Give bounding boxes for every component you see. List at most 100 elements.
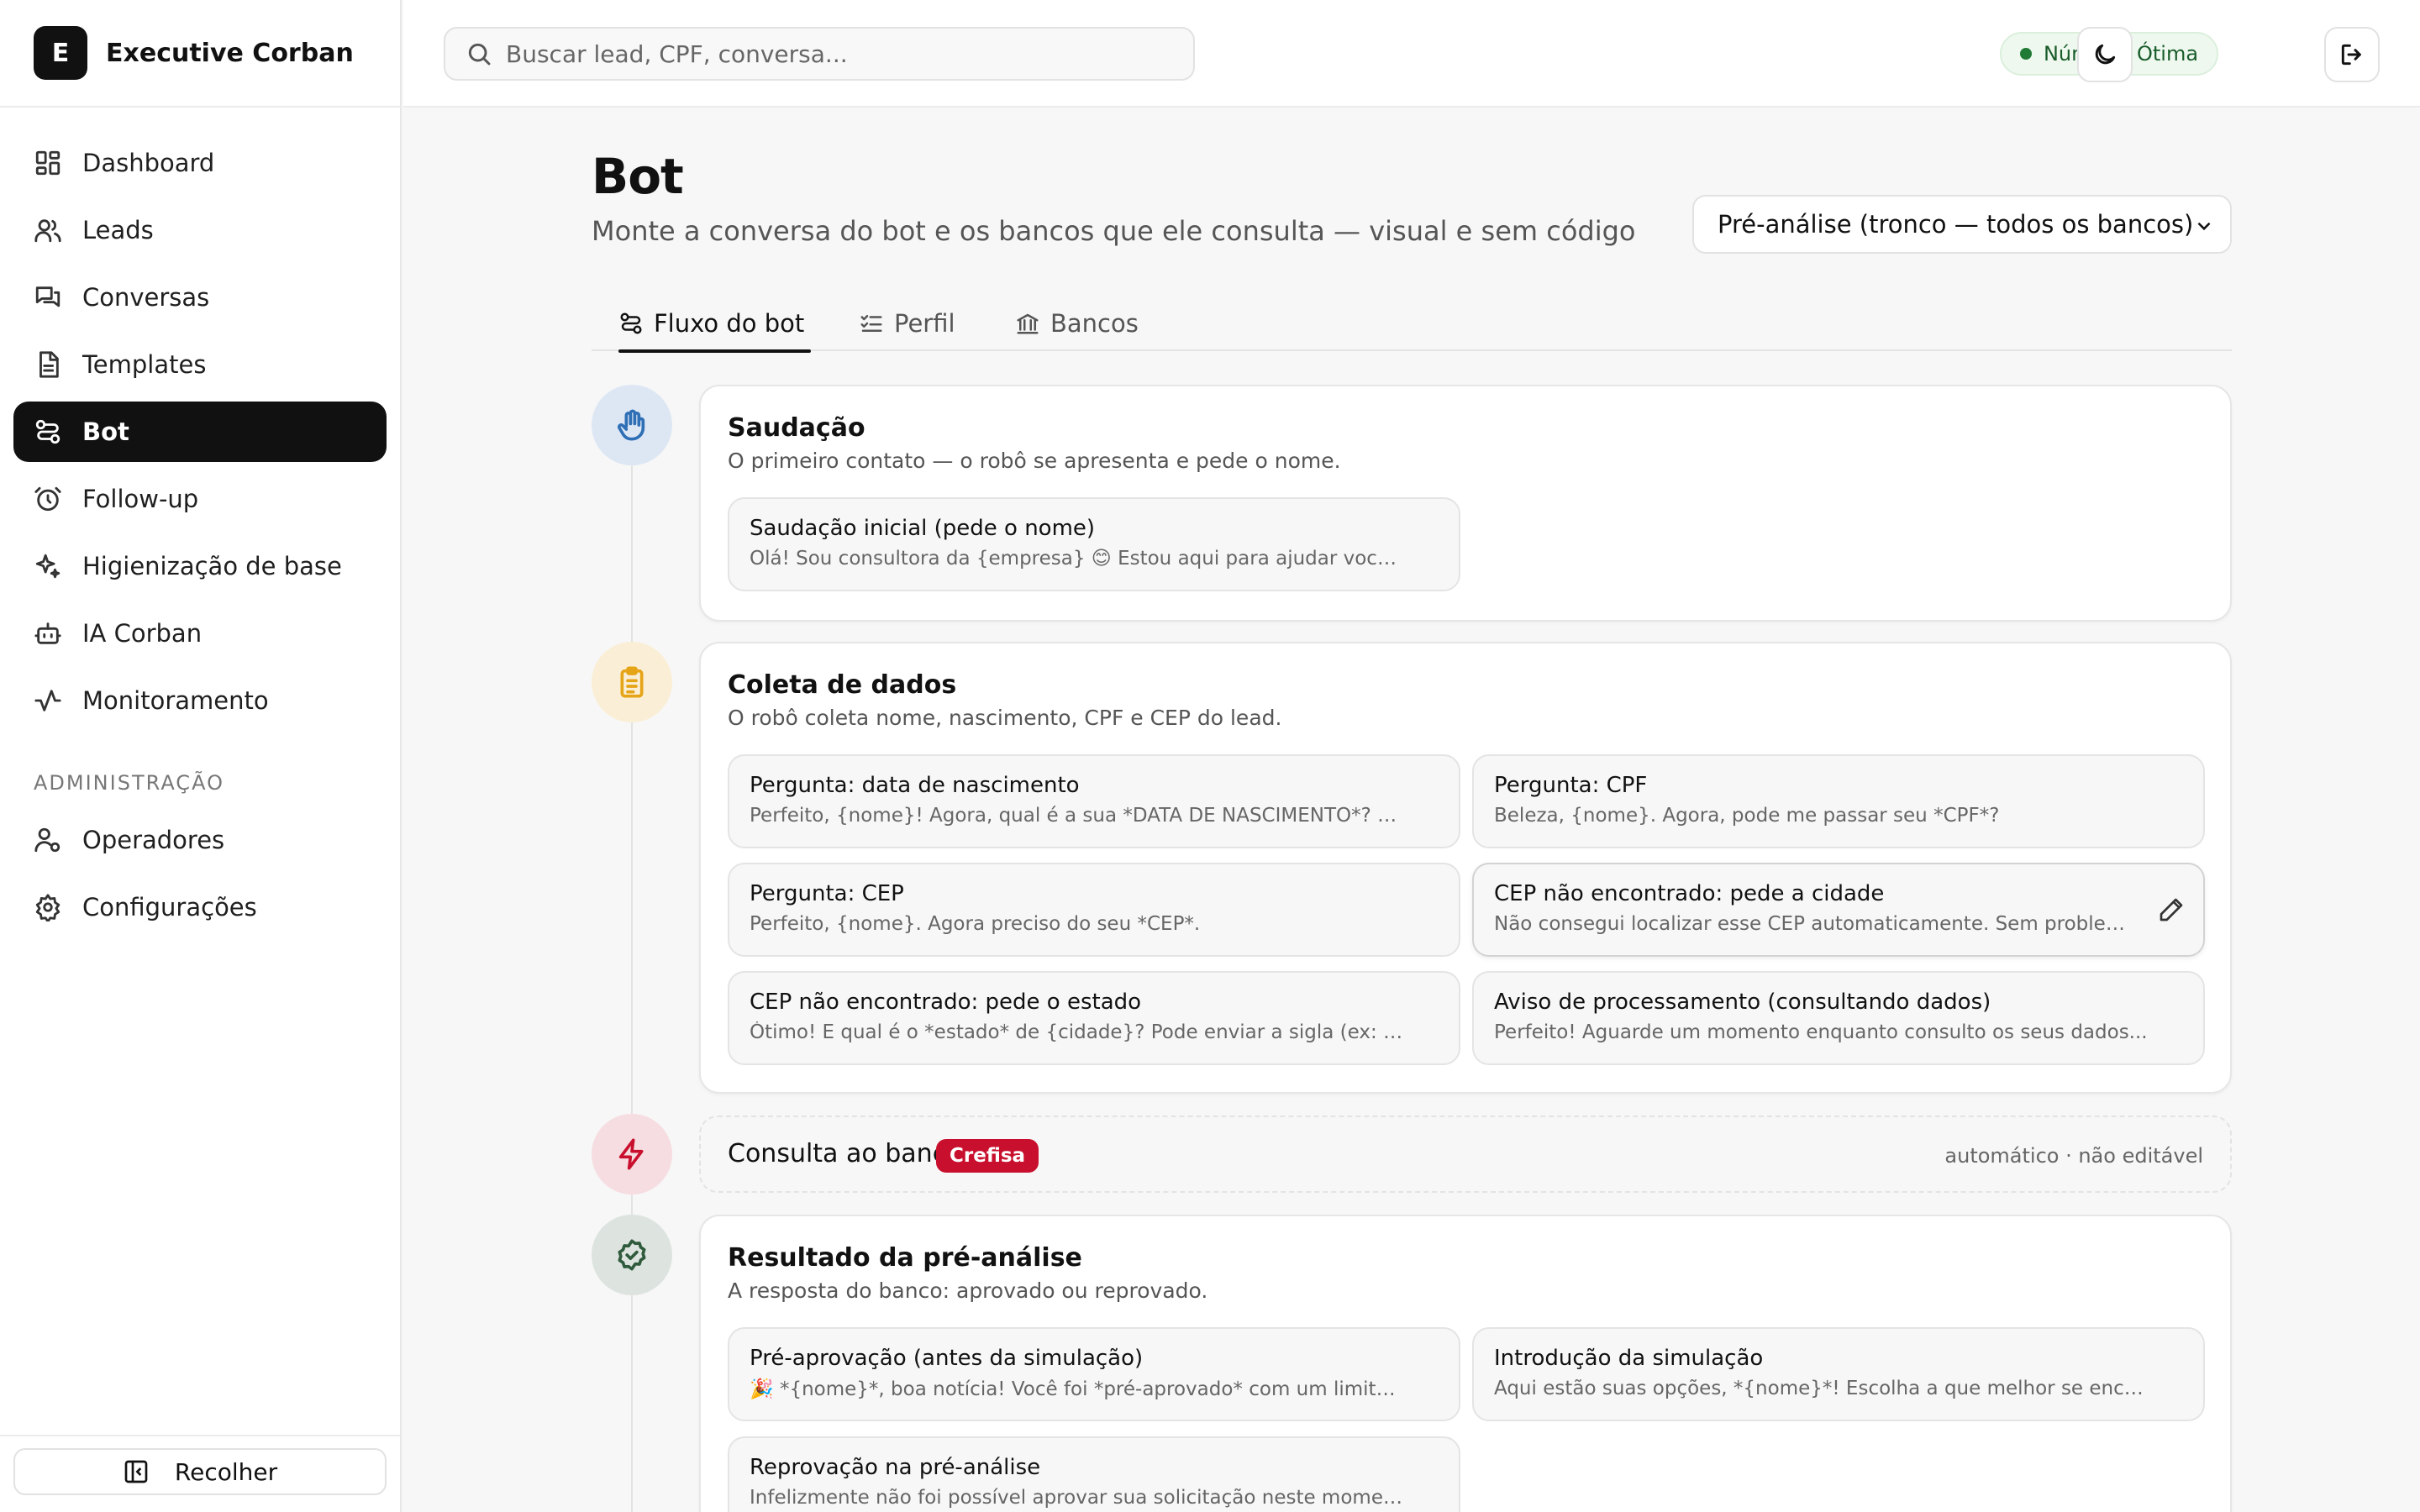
brand[interactable]: E Executive Corban [0,0,400,108]
card-subtitle: O robô coleta nome, nascimento, CPF e CE… [728,706,1282,730]
collect-card: Coleta de dados O robô coleta nome, nasc… [699,642,2232,1094]
tabs: Fluxo do bot Perfil Bancos [592,296,2232,353]
card-title: Coleta de dados [728,670,957,700]
flow-select[interactable]: Pré-análise (tronco — todos os bancos) [1692,195,2232,254]
card-title: Resultado da pré-análise [728,1243,1082,1273]
message-card[interactable]: Saudação inicial (pede o nome) Olá! Sou … [728,497,1460,591]
sparkles-icon [35,554,60,579]
search-input[interactable] [506,39,1161,68]
checklist-icon [860,315,882,332]
timeline-line [631,427,633,1512]
sidebar-item-configuracoes[interactable]: Configurações [13,877,387,937]
sidebar-item-operadores[interactable]: Operadores [13,810,387,870]
theme-toggle-button[interactable] [2077,27,2133,82]
bank-icon [1017,313,1039,334]
collect-step-icon [592,642,672,722]
message-preview: Não consegui localizar esse CEP automati… [1494,913,2133,935]
sidebar-item-label: Follow-up [82,485,199,513]
page-subtitle: Monte a conversa do bot e os bancos que … [592,215,1636,247]
message-preview: 🎉 *{nome}*, boa notícia! Você foi *pré-a… [750,1378,1405,1400]
sidebar-item-label: Leads [82,216,154,244]
result-card: Resultado da pré-análise A resposta do b… [699,1215,2232,1512]
hand-icon [617,409,645,441]
bank-query-row: Consulta ao banco Crefisa automático · n… [699,1116,2232,1193]
message-card[interactable]: Pergunta: data de nascimento Perfeito, {… [728,754,1460,848]
message-title: CEP não encontrado: pede o estado [750,990,1142,1015]
clipboard-icon [620,666,644,698]
sidebar-item-ia-corban[interactable]: IA Corban [13,603,387,664]
robot-icon [34,622,61,644]
sidebar-item-higienizacao[interactable]: Higienização de base [13,536,387,596]
search-icon [468,43,491,66]
sidebar-item-leads[interactable]: Leads [13,200,387,260]
message-title: Aviso de processamento (consultando dado… [1494,990,1991,1015]
sidebar-item-follow-up[interactable]: Follow-up [13,469,387,529]
message-card[interactable]: Introdução da simulação Aqui estão suas … [1472,1327,2205,1421]
sidebar-item-label: Monitoramento [82,686,269,715]
message-preview: Olá! Sou consultora da {empresa} 😊 Estou… [750,548,1405,570]
alarm-icon [34,486,61,512]
message-title: Pergunta: CEP [750,881,904,906]
message-preview: Aqui estão suas opções, *{nome}*! Escolh… [1494,1378,2149,1399]
sidebar-collapse-icon [124,1460,148,1483]
message-title: Pergunta: CPF [1494,773,1648,798]
message-preview: Perfeito! Aguarde um momento enquanto co… [1494,1021,2148,1043]
tab-fluxo-do-bot[interactable]: Fluxo do bot [618,296,812,353]
bank-query-note: automático · não editável [1944,1144,2203,1168]
message-card[interactable]: Pergunta: CEP Perfeito, {nome}. Agora pr… [728,863,1460,957]
sidebar: E Executive Corban Dashboard Leads Conve… [0,0,402,1512]
chat-icon [35,286,60,307]
message-card[interactable]: Reprovação na pré-análise Infelizmente n… [728,1436,1460,1512]
card-subtitle: A resposta do banco: aprovado ou reprova… [728,1278,1208,1303]
page-title: Bot [592,148,684,205]
message-title: Saudação inicial (pede o nome) [750,516,1096,541]
sidebar-nav: Dashboard Leads Conversas Templates Bot … [0,108,400,937]
tab-label: Fluxo do bot [654,309,805,338]
lightning-icon [618,1138,644,1170]
message-title: CEP não encontrado: pede a cidade [1494,881,1885,906]
sidebar-item-label: Higienização de base [82,552,342,580]
message-preview: Perfeito, {nome}. Agora preciso do seu *… [750,913,1201,935]
activity-icon [34,690,61,711]
result-step-icon [592,1215,672,1295]
moon-icon [2095,44,2116,65]
bank-step-icon [592,1114,672,1194]
message-card[interactable]: CEP não encontrado: pede a cidade Não co… [1472,863,2205,957]
sidebar-item-label: IA Corban [82,619,203,648]
sidebar-item-label: Conversas [82,283,210,312]
gear-icon [35,894,60,921]
collapse-sidebar-button[interactable]: Recolher [13,1448,387,1495]
sidebar-item-conversas[interactable]: Conversas [13,267,387,328]
sidebar-item-dashboard[interactable]: Dashboard [13,133,387,193]
sidebar-item-label: Templates [82,350,207,379]
dashboard-icon [35,150,60,176]
message-card[interactable]: Pré-aprovação (antes da simulação) 🎉 *{n… [728,1327,1460,1421]
sidebar-footer: Recolher [0,1435,400,1512]
sidebar-item-templates[interactable]: Templates [13,334,387,395]
card-title: Saudação [728,413,865,443]
sidebar-item-monitoramento[interactable]: Monitoramento [13,670,387,731]
sidebar-item-label: Operadores [82,826,225,854]
message-card[interactable]: CEP não encontrado: pede o estado Ótimo!… [728,971,1460,1065]
tab-bancos[interactable]: Bancos [1015,296,1139,351]
message-title: Pré-aprovação (antes da simulação) [750,1346,1144,1371]
greeting-step-icon [592,385,672,465]
message-card[interactable]: Pergunta: CPF Beleza, {nome}. Agora, pod… [1472,754,2205,848]
users-icon [34,219,61,243]
tab-perfil[interactable]: Perfil [859,296,955,351]
sidebar-item-bot[interactable]: Bot [13,402,387,462]
logout-icon [2341,44,2361,66]
logout-button[interactable] [2324,27,2380,82]
edit-message-button[interactable] [2158,896,2185,923]
message-preview: Infelizmente não foi possível aprovar su… [750,1487,1405,1509]
message-preview: Ótimo! E qual é o *estado* de {cidade}? … [750,1021,1405,1043]
workflow-icon [35,419,60,444]
sidebar-item-label: Bot [82,417,129,446]
message-title: Introdução da simulação [1494,1346,1764,1371]
message-preview: Perfeito, {nome}! Agora, qual é a sua *D… [750,805,1405,827]
sidebar-section-admin: ADMINISTRAÇÃO [34,771,224,795]
tab-label: Perfil [894,309,955,338]
brand-name: Executive Corban [106,38,354,68]
message-card[interactable]: Aviso de processamento (consultando dado… [1472,971,2205,1065]
search-box[interactable] [444,27,1195,81]
